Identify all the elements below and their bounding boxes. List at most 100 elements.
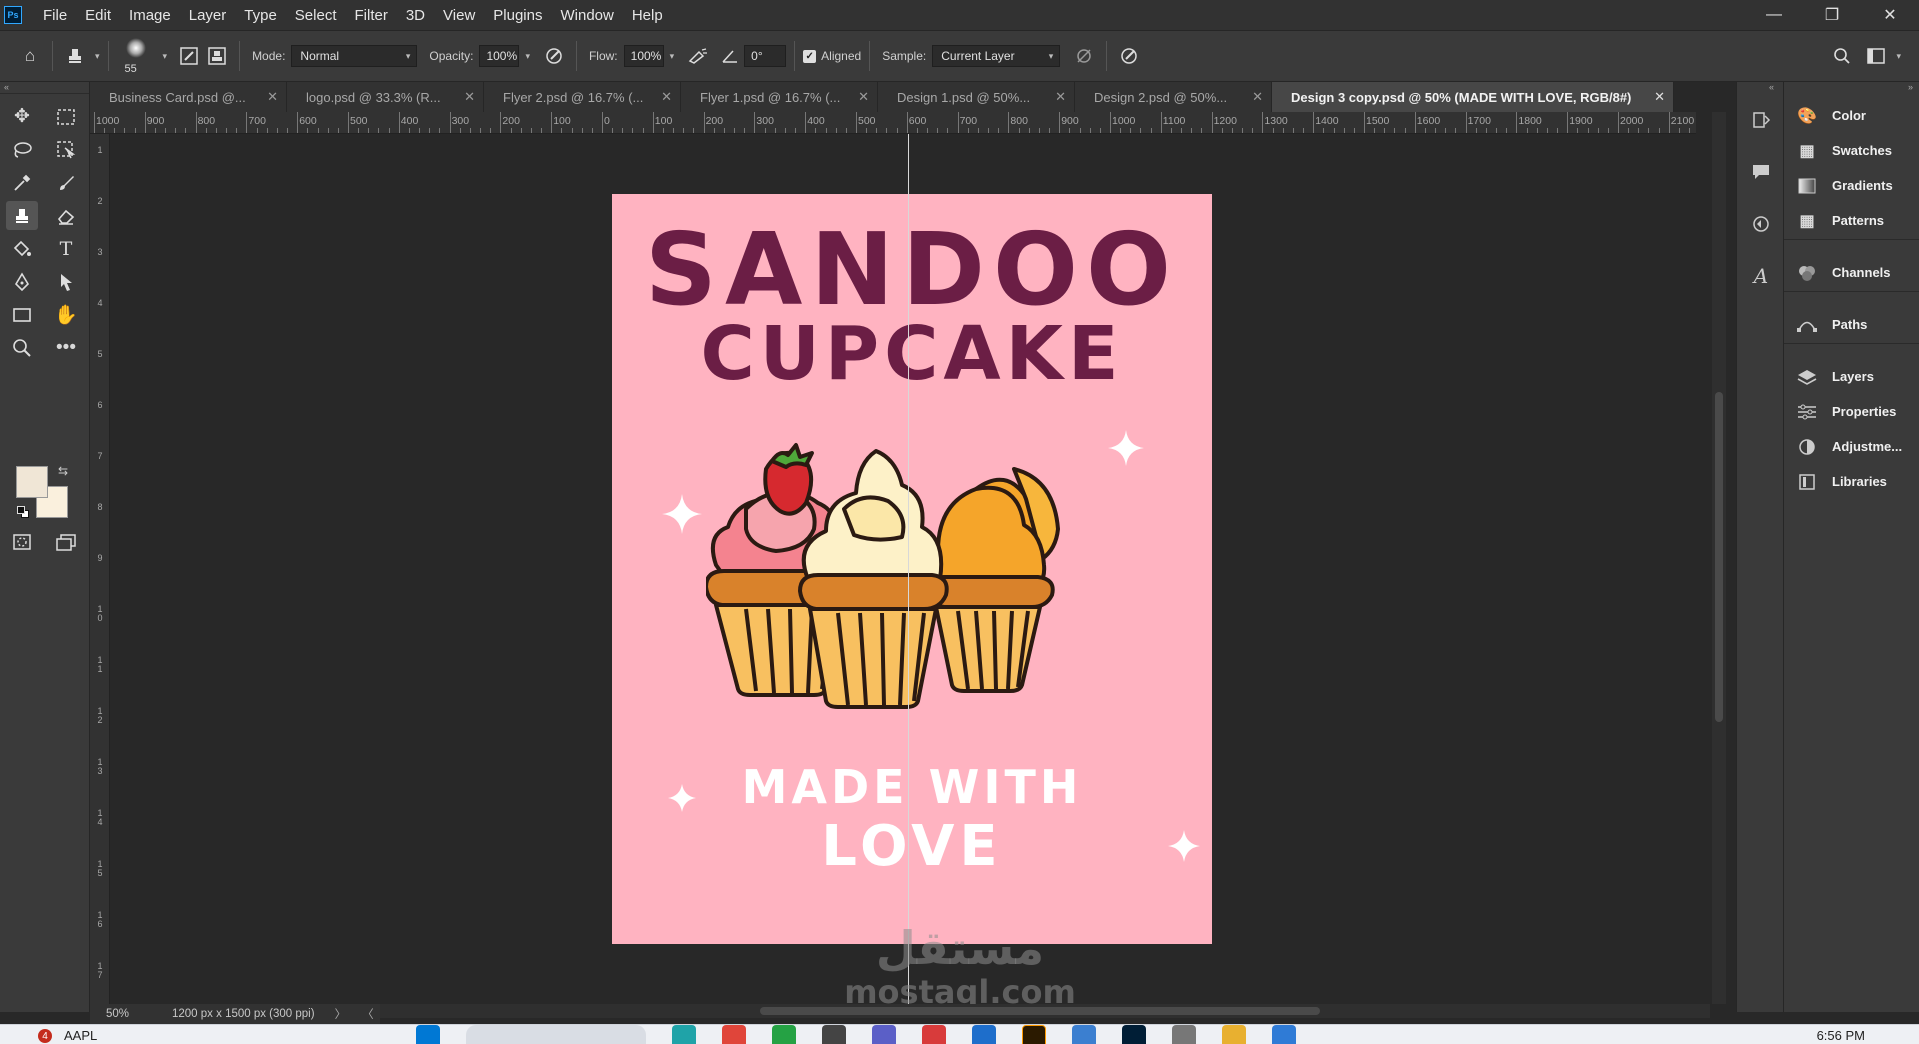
search-icon[interactable] [1828, 42, 1856, 70]
restore-button[interactable]: ❐ [1803, 0, 1861, 30]
angle-input[interactable]: 0° [744, 45, 787, 67]
collapse-tools-icon[interactable]: « [0, 82, 89, 94]
panel-paths[interactable]: Paths [1784, 307, 1919, 342]
start-icon[interactable] [416, 1025, 440, 1044]
rectangle-tool-icon[interactable] [0, 298, 44, 331]
quick-mask-icon[interactable] [0, 526, 44, 558]
scroll-thumb[interactable] [1715, 392, 1723, 722]
workspace-icon[interactable] [1862, 42, 1890, 70]
clone-stamp-tool-icon[interactable] [6, 201, 38, 230]
menu-image[interactable]: Image [120, 0, 180, 30]
app-icon[interactable] [1172, 1025, 1196, 1044]
close-tab-icon[interactable]: ✕ [1055, 89, 1066, 105]
pressure-size-icon[interactable] [1115, 42, 1143, 70]
chevron-down-icon[interactable]: ▾ [525, 51, 530, 62]
brush-tool-icon[interactable] [44, 166, 88, 199]
horizontal-ruler[interactable]: 1000 900 800 700 600 500 400 300 200 100 0 100 200 30… [90, 112, 1696, 134]
panel-color[interactable]: 🎨 Color [1784, 98, 1919, 133]
default-colors-icon[interactable] [17, 506, 29, 518]
close-tab-icon[interactable]: ✕ [1252, 89, 1263, 105]
paint-bucket-tool-icon[interactable] [0, 232, 44, 265]
mode-select[interactable]: Normal ▾ [291, 45, 418, 67]
document-artboard[interactable]: SANDOO CUPCAKE MADE WITH LOVE [612, 194, 1212, 944]
type-tool-icon[interactable]: T [44, 232, 88, 265]
close-button[interactable]: ✕ [1861, 0, 1919, 30]
menu-edit[interactable]: Edit [76, 0, 120, 30]
clone-source-icon[interactable] [1737, 198, 1785, 250]
mail-icon[interactable] [1072, 1025, 1096, 1044]
tab-business-card[interactable]: Business Card.psd @... ✕ [90, 82, 287, 112]
scroll-thumb[interactable] [760, 1007, 1320, 1015]
clone-stamp-preset-icon[interactable] [61, 42, 89, 70]
panel-properties[interactable]: Properties [1784, 394, 1919, 429]
chevron-down-icon[interactable]: ▾ [163, 51, 168, 62]
vertical-scrollbar[interactable] [1712, 112, 1726, 1004]
panel-gradients[interactable]: Gradients [1784, 168, 1919, 203]
tab-flyer-2[interactable]: Flyer 2.psd @ 16.7% (... ✕ [484, 82, 681, 112]
menu-layer[interactable]: Layer [180, 0, 236, 30]
airbrush-icon[interactable] [684, 42, 712, 70]
notification-badge[interactable]: 4 [38, 1029, 52, 1043]
lasso-tool-icon[interactable] [0, 133, 44, 166]
pressure-opacity-icon[interactable] [540, 42, 568, 70]
opacity-input[interactable]: 100% [479, 45, 520, 67]
aligned-checkbox[interactable]: ✓ [803, 49, 817, 63]
close-tab-icon[interactable]: ✕ [464, 89, 475, 105]
menu-3d[interactable]: 3D [397, 0, 434, 30]
eraser-tool-icon[interactable] [44, 199, 88, 232]
tab-design-3-copy[interactable]: Design 3 copy.psd @ 50% (MADE WITH LOVE,… [1272, 82, 1674, 112]
app-icon[interactable] [1272, 1025, 1296, 1044]
menu-help[interactable]: Help [623, 0, 672, 30]
brush-settings-icon[interactable] [175, 42, 203, 70]
history-icon[interactable] [1737, 94, 1785, 146]
marquee-tool-icon[interactable] [44, 100, 88, 133]
screen-mode-icon[interactable] [44, 526, 88, 558]
menu-type[interactable]: Type [235, 0, 286, 30]
tab-design-1[interactable]: Design 1.psd @ 50%... ✕ [878, 82, 1075, 112]
zoom-tool-icon[interactable] [0, 331, 44, 364]
close-tab-icon[interactable]: ✕ [267, 89, 278, 105]
brush-preset-picker[interactable]: 55 [117, 34, 157, 78]
glyphs-icon[interactable]: A [1737, 250, 1785, 302]
chevron-down-icon[interactable]: ▾ [670, 51, 675, 62]
stock-ticker[interactable]: AAPL [64, 1028, 97, 1043]
swap-colors-icon[interactable]: ⇆ [58, 464, 68, 478]
menu-filter[interactable]: Filter [346, 0, 397, 30]
tab-flyer-1[interactable]: Flyer 1.psd @ 16.7% (... ✕ [681, 82, 878, 112]
close-tab-icon[interactable]: ✕ [661, 89, 672, 105]
menu-window[interactable]: Window [551, 0, 622, 30]
panel-patterns[interactable]: ▦ Patterns [1784, 203, 1919, 238]
collapse-panels-icon[interactable]: » [1784, 82, 1919, 94]
browser-icon[interactable] [672, 1025, 696, 1044]
app-icon[interactable] [922, 1025, 946, 1044]
panel-channels[interactable]: Channels [1784, 255, 1919, 290]
chevron-down-icon[interactable]: ▾ [1896, 51, 1901, 62]
vertical-ruler[interactable]: 1 2 3 4 5 6 7 8 9 1 0 1 1 1 2 1 3 1 4 1 5 1 6 1 7 [90, 134, 110, 1004]
pen-tool-icon[interactable] [0, 265, 44, 298]
panel-adjustments[interactable]: Adjustme... [1784, 429, 1919, 464]
chevron-down-icon[interactable]: ▾ [95, 51, 100, 62]
panel-layers[interactable]: Layers [1784, 359, 1919, 394]
tab-logo[interactable]: logo.psd @ 33.3% (R... ✕ [287, 82, 484, 112]
teams-icon[interactable] [872, 1025, 896, 1044]
openai-icon[interactable] [822, 1025, 846, 1044]
tab-design-2[interactable]: Design 2.psd @ 50%... ✕ [1075, 82, 1272, 112]
close-tab-icon[interactable]: ✕ [858, 89, 869, 105]
panel-swatches[interactable]: ▦ Swatches [1784, 133, 1919, 168]
move-tool-icon[interactable]: ✥ [0, 100, 44, 133]
home-icon[interactable]: ⌂ [16, 42, 44, 70]
chevron-right-icon[interactable]: 〉 [335, 1006, 347, 1022]
zoom-level[interactable]: 50% [90, 1008, 150, 1020]
panel-libraries[interactable]: Libraries [1784, 464, 1919, 499]
object-selection-tool-icon[interactable] [44, 133, 88, 166]
menu-view[interactable]: View [434, 0, 484, 30]
hand-tool-icon[interactable]: ✋ [44, 298, 88, 331]
menu-plugins[interactable]: Plugins [484, 0, 551, 30]
whatsapp-icon[interactable] [772, 1025, 796, 1044]
close-tab-icon[interactable]: ✕ [1654, 89, 1665, 105]
chrome-icon[interactable] [722, 1025, 746, 1044]
horizontal-scrollbar[interactable] [380, 1004, 1710, 1018]
photoshop-icon[interactable] [1122, 1025, 1146, 1044]
ignore-adjustment-layers-icon[interactable] [1070, 42, 1098, 70]
chevron-left-icon[interactable]: 〈 [362, 1006, 374, 1022]
